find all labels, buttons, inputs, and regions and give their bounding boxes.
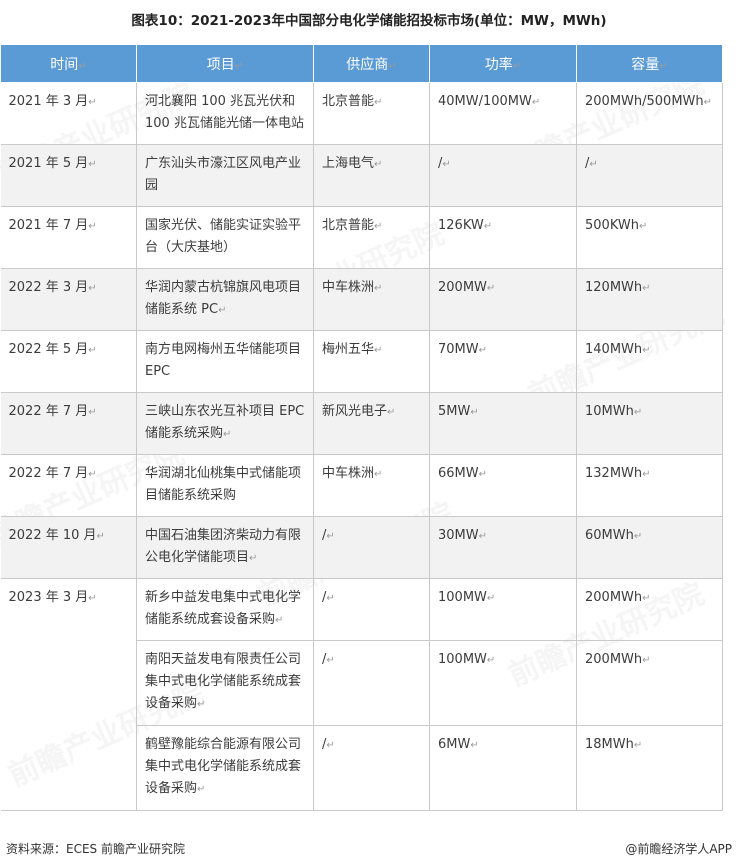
cell-time: 2022 年 10 月↵ bbox=[0, 516, 137, 579]
cell-project: 华润湖北仙桃集中式储能项目储能系统采购 bbox=[136, 454, 314, 517]
table-row: 2022 年 7 月↵ 三峡山东农光互补项目 EPC储能系统采购↵ 新风光电子↵… bbox=[0, 392, 723, 455]
cell-project: 南阳天益发电有限责任公司集中式电化学储能系统成套设备采购↵ bbox=[136, 640, 314, 726]
cell-capacity: 10MWh↵ bbox=[576, 392, 723, 455]
header-project: 项目↵ bbox=[136, 44, 314, 83]
cell-power: 70MW↵ bbox=[429, 330, 577, 393]
cell-project: 华润内蒙古杭锦旗风电项目储能系统 PC↵ bbox=[136, 268, 314, 331]
cell-supplier: /↵ bbox=[313, 578, 430, 641]
cell-power: 30MW↵ bbox=[429, 516, 577, 579]
header-time: 时间↵ bbox=[0, 44, 137, 83]
cell-time: 2022 年 7 月↵ bbox=[0, 392, 137, 455]
cell-capacity: 500KWh↵ bbox=[576, 206, 723, 269]
cell-supplier: /↵ bbox=[313, 516, 430, 579]
table-row: 2023 年 3 月↵ 新乡中益发电集中式电化学储能系统成套设备采购↵ /↵ 1… bbox=[0, 578, 723, 811]
cell-power: 40MW/100MW↵ bbox=[429, 82, 577, 145]
table-row: 2022 年 3 月↵ 华润内蒙古杭锦旗风电项目储能系统 PC↵ 中车株洲↵ 2… bbox=[0, 268, 723, 331]
cell-time: 2022 年 3 月↵ bbox=[0, 268, 137, 331]
cell-project: 广东汕头市濠江区风电产业园 bbox=[136, 144, 314, 207]
table-header-row: 时间↵ 项目↵ 供应商↵ 功率↵ 容量↵ bbox=[0, 44, 723, 83]
table-row: 2021 年 5 月↵ 广东汕头市濠江区风电产业园 上海电气↵ /↵ /↵ bbox=[0, 144, 723, 207]
cell-project: 国家光伏、储能实证实验平台（大庆基地） bbox=[136, 206, 314, 269]
cell-project: 鹤壁豫能综合能源有限公司集中式电化学储能系统成套设备采购↵ bbox=[136, 725, 314, 811]
cell-power: 100MW↵ bbox=[429, 578, 577, 641]
cell-supplier: 中车株洲↵ bbox=[313, 268, 430, 331]
cell-time: 2022 年 5 月↵ bbox=[0, 330, 137, 393]
table-row: 2022 年 10 月↵ 中国石油集团济柴动力有限公电化学储能项目↵ /↵ 30… bbox=[0, 516, 723, 579]
cell-project: 南方电网梅州五华储能项目EPC bbox=[136, 330, 314, 393]
cell-project: 新乡中益发电集中式电化学储能系统成套设备采购↵ bbox=[136, 578, 314, 641]
source-note: 资料来源：ECES 前瞻产业研究院 bbox=[6, 842, 185, 856]
header-capacity: 容量↵ bbox=[576, 44, 723, 83]
cell-supplier: 梅州五华↵ bbox=[313, 330, 430, 393]
cell-power: 6MW↵ bbox=[429, 725, 577, 811]
cell-supplier: 新风光电子↵ bbox=[313, 392, 430, 455]
header-supplier: 供应商↵ bbox=[313, 44, 430, 83]
cell-supplier: 北京普能↵ bbox=[313, 206, 430, 269]
cell-power: 66MW↵ bbox=[429, 454, 577, 517]
cell-power: 5MW↵ bbox=[429, 392, 577, 455]
cell-time: 2021 年 7 月↵ bbox=[0, 206, 137, 269]
cell-power: 200MW↵ bbox=[429, 268, 577, 331]
cell-capacity: 18MWh↵ bbox=[576, 725, 723, 811]
cell-supplier: 北京普能↵ bbox=[313, 82, 430, 145]
cell-project: 河北襄阳 100 兆瓦光伏和100 兆瓦储能光储一体电站 bbox=[136, 82, 314, 145]
table-row: 2021 年 3 月↵ 河北襄阳 100 兆瓦光伏和100 兆瓦储能光储一体电站… bbox=[0, 82, 723, 145]
table-row: 2021 年 7 月↵ 国家光伏、储能实证实验平台（大庆基地） 北京普能↵ 12… bbox=[0, 206, 723, 269]
cell-power: 100MW↵ bbox=[429, 640, 577, 726]
cell-capacity: 200MWh/500MWh↵ bbox=[576, 82, 723, 145]
cell-supplier: 上海电气↵ bbox=[313, 144, 430, 207]
tender-table: 时间↵ 项目↵ 供应商↵ 功率↵ 容量↵ 2021 年 3 月↵ 河北襄阳 10… bbox=[0, 44, 723, 811]
cell-capacity: 200MWh↵ bbox=[576, 578, 723, 641]
cell-project: 三峡山东农光互补项目 EPC储能系统采购↵ bbox=[136, 392, 314, 455]
table-row: 2022 年 7 月↵ 华润湖北仙桃集中式储能项目储能系统采购 中车株洲↵ 66… bbox=[0, 454, 723, 517]
cell-supplier: /↵ bbox=[313, 640, 430, 726]
cell-capacity: 132MWh↵ bbox=[576, 454, 723, 517]
cell-power: /↵ bbox=[429, 144, 577, 207]
cell-supplier: /↵ bbox=[313, 725, 430, 811]
page-title: 图表10：2021-2023年中国部分电化学储能招投标市场(单位：MW，MWh) bbox=[131, 13, 607, 29]
cell-time: 2021 年 5 月↵ bbox=[0, 144, 137, 207]
cell-capacity: /↵ bbox=[576, 144, 723, 207]
brand-label: @前瞻经济学人APP bbox=[625, 842, 732, 856]
cell-capacity: 60MWh↵ bbox=[576, 516, 723, 579]
cell-supplier: 中车株洲↵ bbox=[313, 454, 430, 517]
cell-power: 126KW↵ bbox=[429, 206, 577, 269]
header-power: 功率↵ bbox=[429, 44, 577, 83]
cell-project: 中国石油集团济柴动力有限公电化学储能项目↵ bbox=[136, 516, 314, 579]
cell-capacity: 200MWh↵ bbox=[576, 640, 723, 726]
table-row: 2022 年 5 月↵ 南方电网梅州五华储能项目EPC 梅州五华↵ 70MW↵ … bbox=[0, 330, 723, 393]
cell-capacity: 120MWh↵ bbox=[576, 268, 723, 331]
cell-time: 2021 年 3 月↵ bbox=[0, 82, 137, 145]
cell-capacity: 140MWh↵ bbox=[576, 330, 723, 393]
cell-time: 2023 年 3 月↵ bbox=[0, 578, 137, 811]
cell-time: 2022 年 7 月↵ bbox=[0, 454, 137, 517]
